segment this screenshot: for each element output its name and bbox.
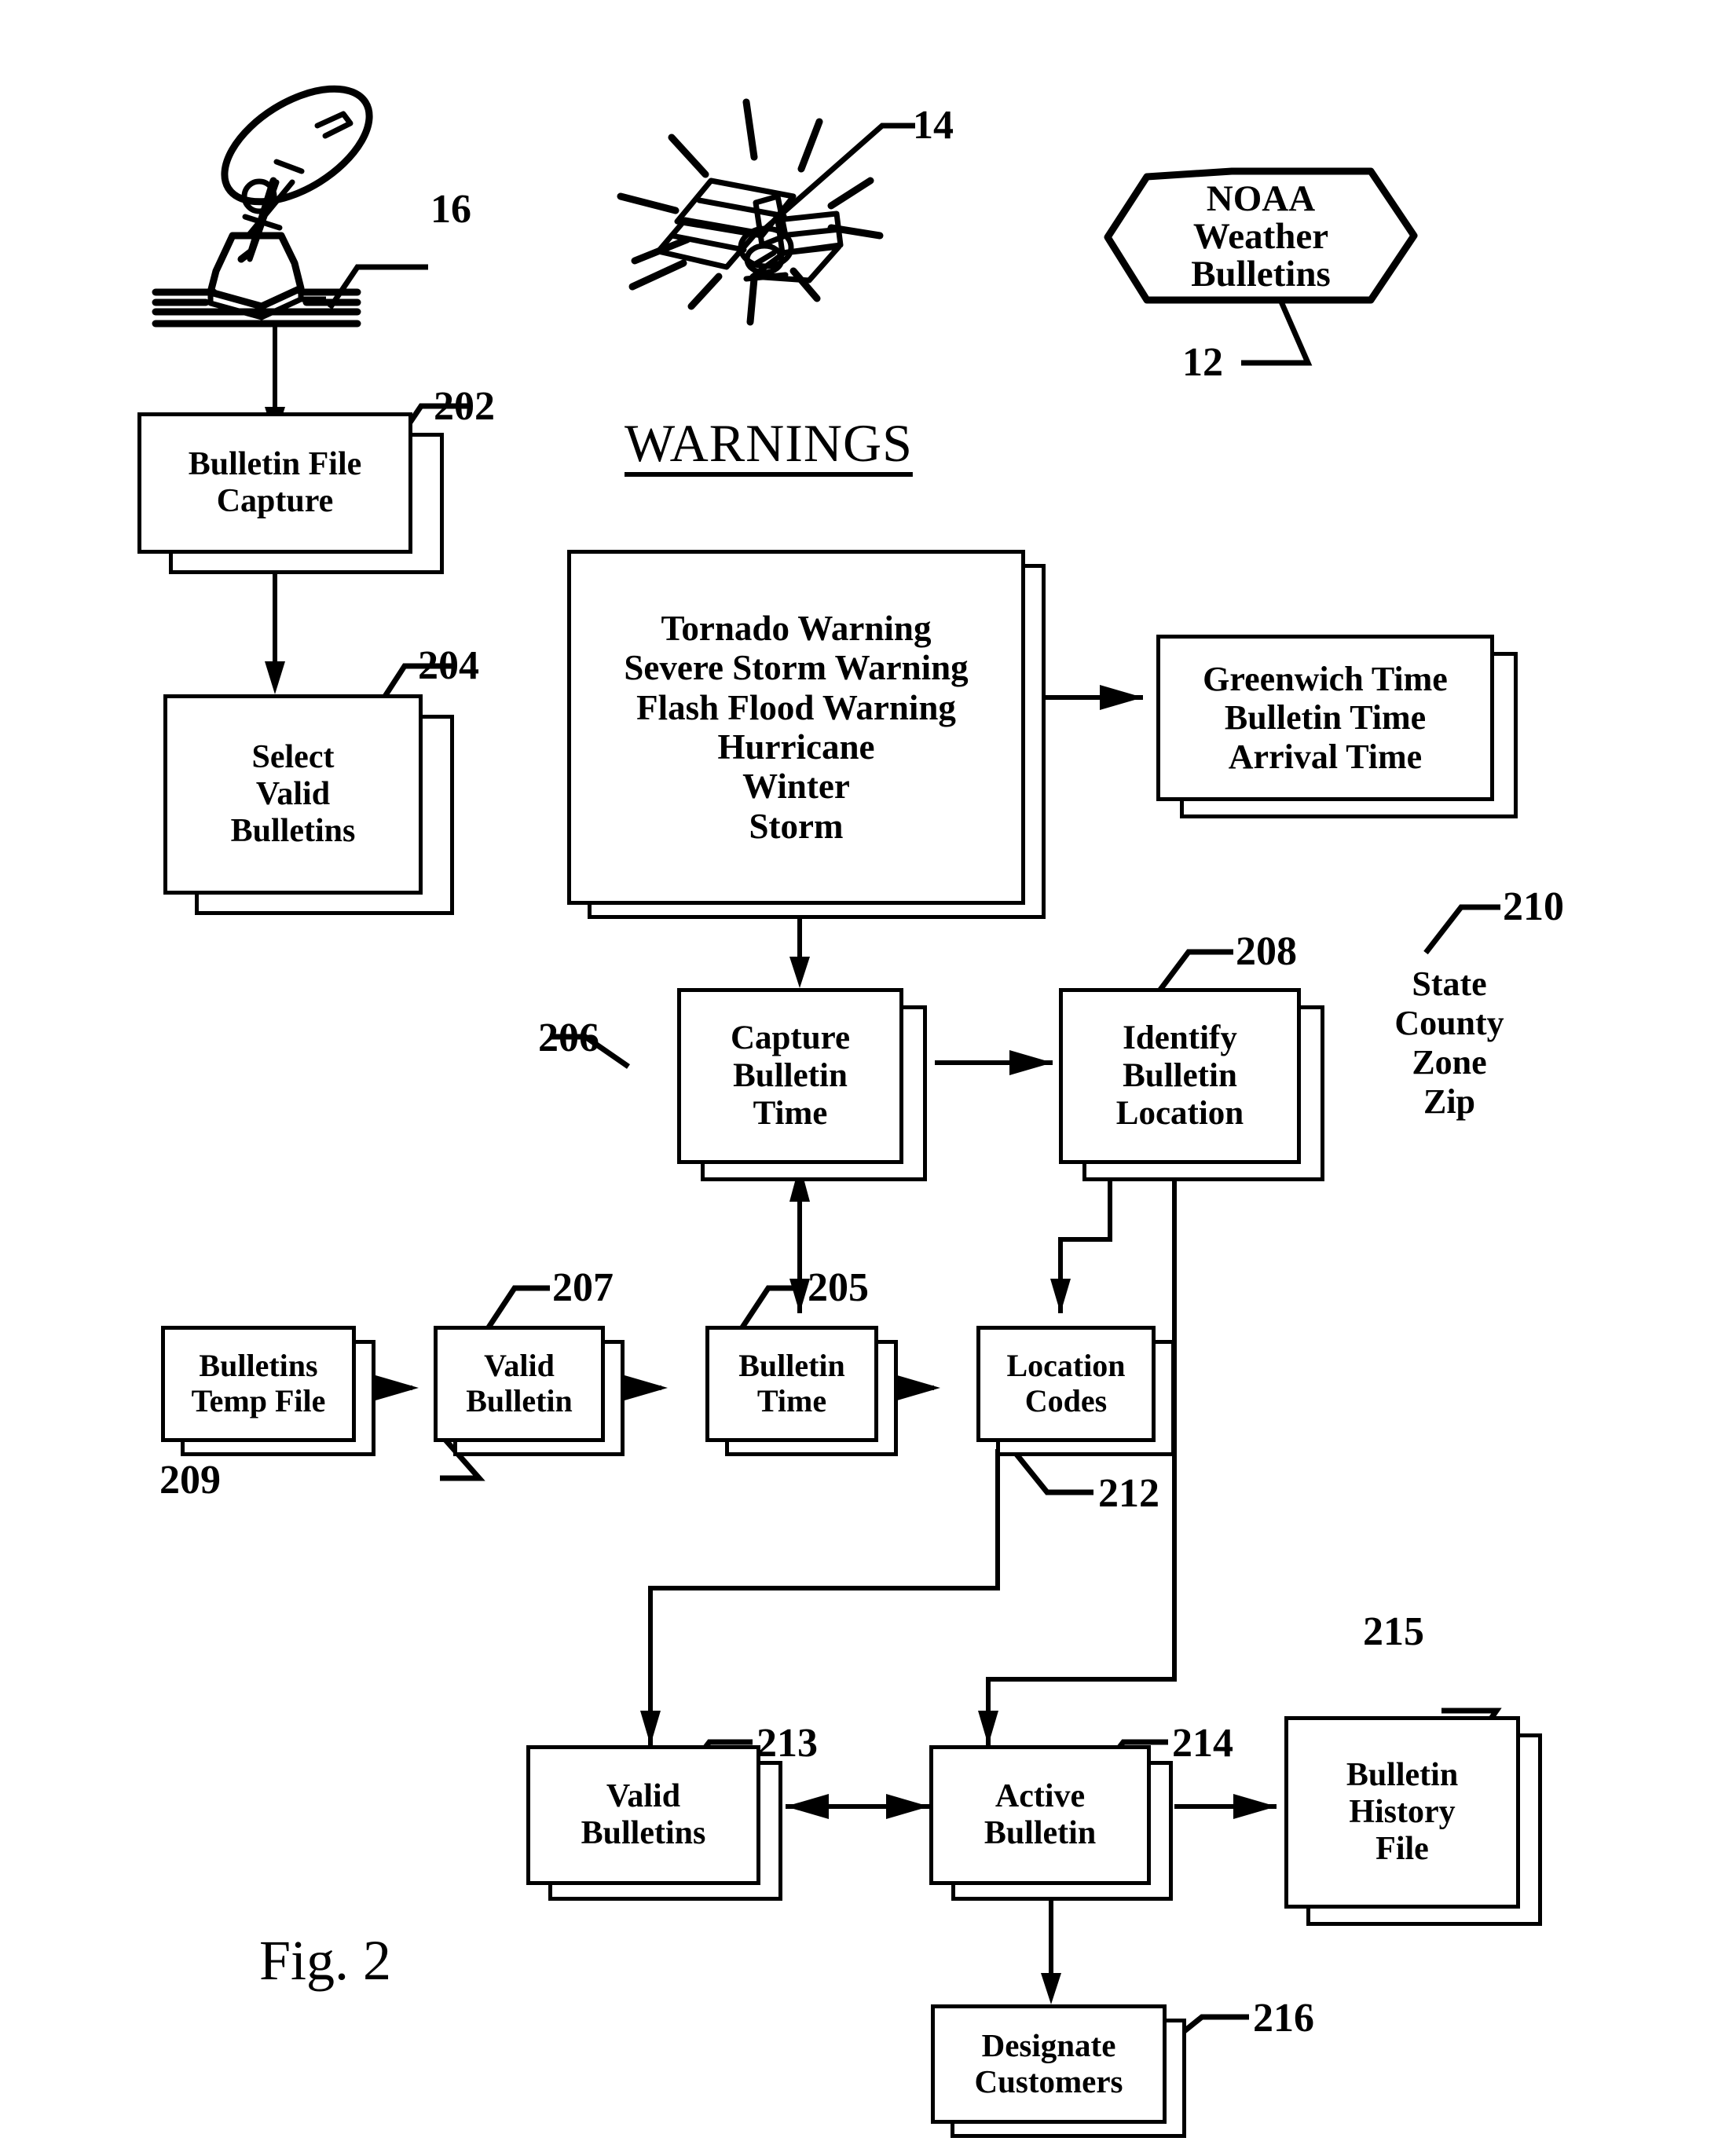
leader-210 [1423,904,1500,955]
block-capture-bulletin-time[interactable]: Capture Bulletin Time [677,988,927,1181]
ref-206: 206 [538,1016,599,1060]
block-active-bulletin[interactable]: Active Bulletin [929,1745,1173,1901]
block-valid-bulletins-store[interactable]: Valid Bulletins [526,1745,782,1901]
block-label: Valid Bulletin [466,1348,573,1418]
block-label: Identify Bulletin Location [1115,1019,1244,1133]
block-designate-customers[interactable]: Designate Customers [931,2004,1186,2138]
noaa-weather-bulletins-badge: NOAA Weather Bulletins [1108,171,1414,303]
block-select-valid-bulletins[interactable]: Select Valid Bulletins [163,694,454,915]
block-label: Select Valid Bulletins [230,738,356,850]
ref-202: 202 [434,384,495,429]
block-warnings-list[interactable]: Tornado Warning Severe Storm Warning Fla… [567,550,1046,919]
satellite-icon [617,98,915,326]
satellite-dish-icon [152,85,373,328]
block-label: Bulletins Temp File [191,1348,326,1418]
figure-label: Fig. 2 [259,1929,392,1992]
block-label: Valid Bulletins [581,1777,706,1851]
ref-12: 12 [1182,340,1223,385]
block-time-fields[interactable]: Greenwich Time Bulletin Time Arrival Tim… [1156,635,1518,818]
ref-14: 14 [913,103,954,148]
block-bulletin-file-capture[interactable]: Bulletin File Capture [137,412,444,574]
noaa-line-1: NOAA [1206,178,1316,220]
block-label: Greenwich Time Bulletin Time Arrival Tim… [1203,660,1448,776]
conn-212-to-213 [648,1449,1000,1745]
patent-figure-page: NOAA Weather Bulletins WARNINGS Bulletin… [0,0,1718,2156]
ref-16: 16 [430,187,471,232]
ref-212: 212 [1098,1471,1159,1516]
block-label: Active Bulletin [984,1777,1097,1851]
ref-215: 215 [1363,1609,1424,1654]
block-bulletins-temp-file[interactable]: Bulletins Temp File [161,1326,375,1456]
block-bulletin-history-file[interactable]: Bulletin History File [1284,1716,1542,1926]
block-location-codes[interactable]: Location Codes [976,1326,1175,1456]
block-bulletin-time[interactable]: Bulletin Time [705,1326,898,1456]
ref-214: 214 [1172,1721,1233,1766]
noaa-line-3: Bulletins [1191,253,1331,295]
leader-16 [328,264,428,309]
ref-213: 213 [756,1721,818,1766]
warnings-title: WARNINGS [625,413,913,473]
block-label: Tornado Warning Severe Storm Warning Fla… [624,608,969,846]
conn-208-to-214 [986,1170,1177,1745]
ref-205: 205 [808,1265,869,1310]
ref-204: 204 [418,643,479,688]
block-identify-bulletin-location[interactable]: Identify Bulletin Location [1059,988,1324,1181]
ref-207: 207 [552,1265,614,1310]
block-label: Capture Bulletin Time [730,1019,851,1133]
ref-208: 208 [1236,929,1297,974]
ref-210: 210 [1503,884,1564,929]
noaa-line-2: Weather [1192,216,1329,258]
conn-208-to-212 [1058,1170,1112,1313]
block-label: Bulletin Time [738,1348,845,1418]
block-label: Location Codes [1006,1348,1126,1418]
ref-209: 209 [159,1458,221,1503]
leader-12 [1241,298,1313,366]
block-label: Designate Customers [974,2027,1123,2099]
block-valid-bulletin[interactable]: Valid Bulletin [434,1326,625,1456]
block-label: Bulletin History File [1346,1756,1459,1868]
location-fields-annotation: State County Zone Zip [1394,965,1504,1122]
block-label: Bulletin File Capture [188,445,362,519]
ref-216: 216 [1253,1996,1314,2041]
